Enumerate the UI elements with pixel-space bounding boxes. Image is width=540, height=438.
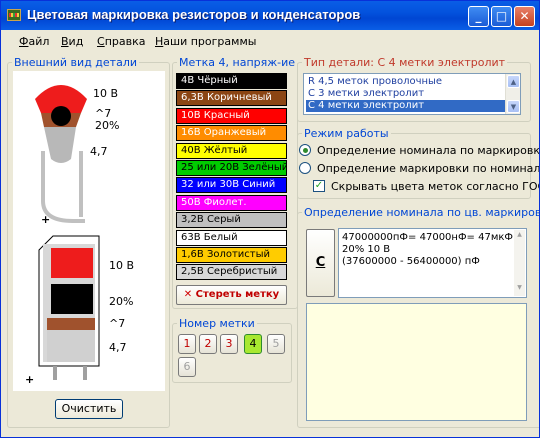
bottom-cap-plus-label: + <box>25 373 35 386</box>
color-item-gold[interactable]: 1,6В Золотистый <box>176 247 287 263</box>
color-item-brown[interactable]: 6,3В Коричневый <box>176 90 287 107</box>
top-cap-plus-label: + <box>41 213 51 226</box>
bottom-cap-band-red <box>51 248 93 278</box>
result-output[interactable]: 47000000пФ= 47000нФ= 47мкФ 20% 10 В (376… <box>338 228 527 298</box>
color-item-yellow[interactable]: 40В Жёлтый <box>176 142 287 159</box>
bottom-capacitor-drawing <box>38 235 100 380</box>
mark-number-legend: Номер метки <box>179 317 255 330</box>
menu-view[interactable]: Вид <box>61 35 83 48</box>
clear-mark-button[interactable]: ✕ Стереть метку <box>176 285 287 305</box>
mark-number-1-button[interactable]: 1 <box>178 334 196 354</box>
result-line-2: 20% 10 В <box>342 244 391 255</box>
scroll-down-icon[interactable]: ▼ <box>507 100 520 113</box>
top-cap-tol-label: 20% <box>95 119 120 132</box>
bottom-cap-lead-left <box>53 366 57 380</box>
top-cap-lead-right <box>79 151 83 217</box>
bottom-cap-band-gray <box>47 330 95 362</box>
result-scroll-down-icon[interactable]: ▼ <box>514 284 525 295</box>
mode-option-decode[interactable]: Определение номинала по маркировке <box>317 144 539 157</box>
part-type-legend: Тип детали: С 4 метки электролит <box>304 56 506 69</box>
menu-programs[interactable]: Наши программы <box>155 35 256 48</box>
part-type-scrollbar[interactable]: ▲ ▼ <box>505 74 520 114</box>
part-type-listbox[interactable]: R 4,5 меток проволочные С 3 метки электр… <box>303 73 521 115</box>
mark-number-3-button[interactable]: 3 <box>220 334 238 354</box>
clear-button[interactable]: Очистить <box>55 399 123 419</box>
maximize-button[interactable]: □ <box>491 6 512 27</box>
menu-file[interactable]: Файл <box>19 35 49 48</box>
top-cap-value-label: 4,7 <box>90 145 108 158</box>
mode-radio-decode[interactable] <box>299 144 311 156</box>
mark-number-4-button[interactable]: 4 <box>244 334 262 354</box>
mark-number-6-button[interactable]: 6 <box>178 357 196 377</box>
top-capacitor-drawing <box>35 85 87 223</box>
result-line-3: (37600000 - 56400000) пФ <box>342 256 480 267</box>
bottom-cap-value-label: 4,7 <box>109 341 127 354</box>
result-scrollbar[interactable]: ▲ ▼ <box>514 230 525 296</box>
part-type-option-cap4[interactable]: С 4 метки электролит <box>306 100 506 112</box>
bottom-cap-lead-right <box>83 366 87 380</box>
close-button[interactable]: ✕ <box>514 6 535 27</box>
title-bar[interactable]: Цветовая маркировка резисторов и конденс… <box>1 1 539 30</box>
result-legend: Определение номинала по цв. маркировке <box>304 206 540 219</box>
mode-legend: Режим работы <box>304 127 389 140</box>
top-cap-dot-black <box>51 106 71 126</box>
bottom-cap-band-black <box>51 284 93 314</box>
bottom-cap-voltage-label: 10 В <box>109 259 135 272</box>
result-line-1: 47000000пФ= 47000нФ= 47мкФ <box>342 232 514 243</box>
bottom-cap-tc-label: ^7 <box>109 317 126 330</box>
color-item-green[interactable]: 25 или 20В Зелёный <box>176 160 287 176</box>
mode-radio-encode[interactable] <box>299 162 311 174</box>
result-scroll-up-icon[interactable]: ▲ <box>514 231 525 242</box>
bottom-cap-tol-label: 20% <box>109 295 134 308</box>
color-item-violet[interactable]: 50В Фиолет. <box>176 194 287 211</box>
mark-number-2-button[interactable]: 2 <box>199 334 217 354</box>
part-type-option-resistor[interactable]: R 4,5 меток проволочные <box>306 76 506 88</box>
copy-result-button[interactable]: С <box>306 229 335 297</box>
top-cap-voltage-label: 10 В <box>93 87 119 100</box>
window-title: Цветовая маркировка резисторов и конденс… <box>27 7 361 22</box>
color-item-white[interactable]: 63В Белый <box>176 229 287 246</box>
clear-mark-label: Стереть метку <box>195 289 280 300</box>
resistor-app-icon <box>7 9 21 21</box>
bottom-cap-band-brown <box>47 318 95 330</box>
clear-mark-icon: ✕ <box>183 289 196 300</box>
hide-colors-label[interactable]: Скрывать цвета меток согласно ГОСТ <box>331 180 539 193</box>
color-item-orange[interactable]: 16В Оранжевый <box>176 125 287 142</box>
color-item-black[interactable]: 4В Чёрный <box>176 73 287 89</box>
top-cap-band-gray <box>44 127 76 163</box>
menu-help[interactable]: Справка <box>97 35 145 48</box>
hide-colors-checkbox[interactable]: ✓ <box>313 180 325 192</box>
color-legend: Метка 4, напряж-ие <box>179 56 296 69</box>
notes-area[interactable] <box>306 303 527 421</box>
color-item-gray[interactable]: 3,2В Серый <box>176 212 287 229</box>
mode-option-encode[interactable]: Определение маркировки по номиналу <box>317 162 539 175</box>
menu-bar: Файл Вид Справка Наши программы <box>5 31 535 51</box>
color-item-silver[interactable]: 2,5В Серебристый <box>176 264 287 281</box>
scroll-up-icon[interactable]: ▲ <box>507 75 520 88</box>
main-window: Цветовая маркировка резисторов и конденс… <box>0 0 540 438</box>
color-item-red[interactable]: 10В Красный <box>176 107 287 124</box>
part-type-option-cap3[interactable]: С 3 метки электролит <box>306 88 506 100</box>
minimize-button[interactable]: _ <box>468 6 489 27</box>
appearance-legend: Внешний вид детали <box>14 56 137 69</box>
preview-panel: 10 В ^7 20% 4,7 + 10 В 20% ^7 4,7 + <box>13 71 165 391</box>
color-item-blue[interactable]: 32 или 30В Синий <box>176 177 287 194</box>
mark-number-5-button[interactable]: 5 <box>267 334 285 354</box>
